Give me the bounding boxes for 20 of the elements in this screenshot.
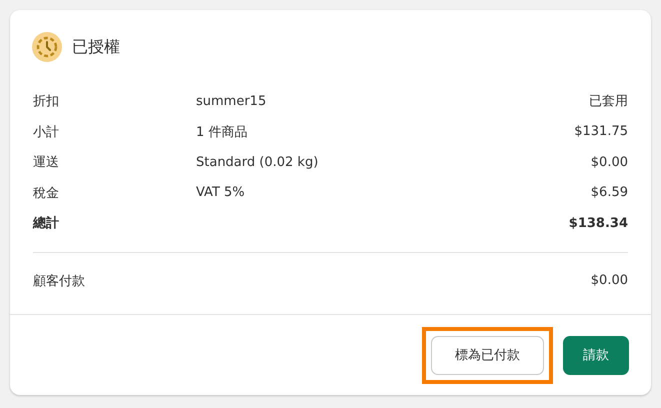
clock-icon xyxy=(32,32,62,62)
row-label: 運送 xyxy=(33,154,60,172)
row-amount: $131.75 xyxy=(574,124,628,140)
status-title: 已授權 xyxy=(72,36,120,58)
row-detail: 1 件商品 xyxy=(196,124,248,140)
row-label: 小計 xyxy=(33,124,60,141)
paid-label: 顧客付款 xyxy=(33,272,85,290)
paid-amount: $0.00 xyxy=(590,273,628,288)
row-label: 總計 xyxy=(33,214,60,232)
row-amount: 已套用 xyxy=(589,93,628,110)
capture-payment-button[interactable]: 請款 xyxy=(563,336,629,374)
row-detail: Standard (0.02 kg) xyxy=(196,154,318,170)
row-amount: $0.00 xyxy=(590,154,628,170)
row-amount: $6.59 xyxy=(590,185,628,200)
mark-paid-button[interactable]: 標為已付款 xyxy=(431,336,544,374)
row-detail: summer15 xyxy=(196,94,266,109)
row-detail: VAT 5% xyxy=(196,185,245,200)
row-amount: $138.34 xyxy=(568,216,628,231)
row-label: 稅金 xyxy=(33,184,60,202)
row-label: 折扣 xyxy=(33,93,60,110)
